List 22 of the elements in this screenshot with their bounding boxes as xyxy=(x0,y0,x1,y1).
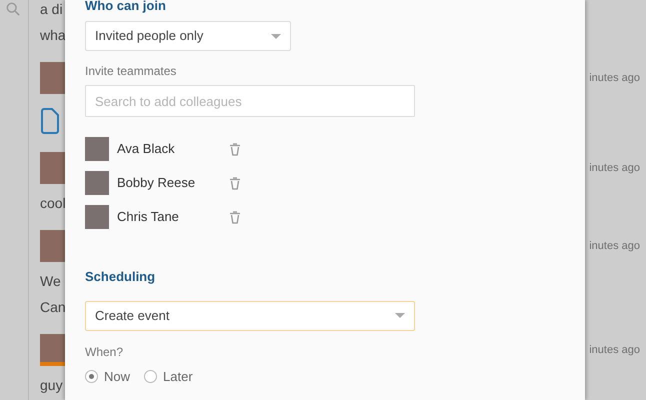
timestamp: inutes ago xyxy=(589,342,640,358)
member-name: Chris Tane xyxy=(117,208,180,226)
message-text: cool xyxy=(40,194,66,213)
timestamp: inutes ago xyxy=(589,160,640,176)
timestamp: inutes ago xyxy=(589,238,640,254)
radio-option[interactable]: Later xyxy=(144,366,193,386)
dropdown[interactable]: Create event xyxy=(85,300,415,330)
dropdown[interactable]: Invited people only xyxy=(85,21,291,51)
search-field[interactable]: Search to add colleagues xyxy=(85,85,415,117)
radio-option[interactable]: Now xyxy=(85,366,130,386)
section-heading: Who can join xyxy=(85,0,167,15)
section-heading: Scheduling xyxy=(85,268,156,286)
message-text: We xyxy=(40,272,61,291)
member-name: Ava Black xyxy=(117,140,176,158)
message-text: Can xyxy=(40,298,66,317)
field-label: Invite teammates xyxy=(85,63,178,80)
message-text: a di xyxy=(40,0,63,19)
message-text: guy xyxy=(40,376,63,395)
field-label: When? xyxy=(85,344,124,360)
member-name: Bobby Reese xyxy=(117,174,196,192)
timestamp: inutes ago xyxy=(589,70,640,86)
message-text: wha xyxy=(40,26,66,45)
